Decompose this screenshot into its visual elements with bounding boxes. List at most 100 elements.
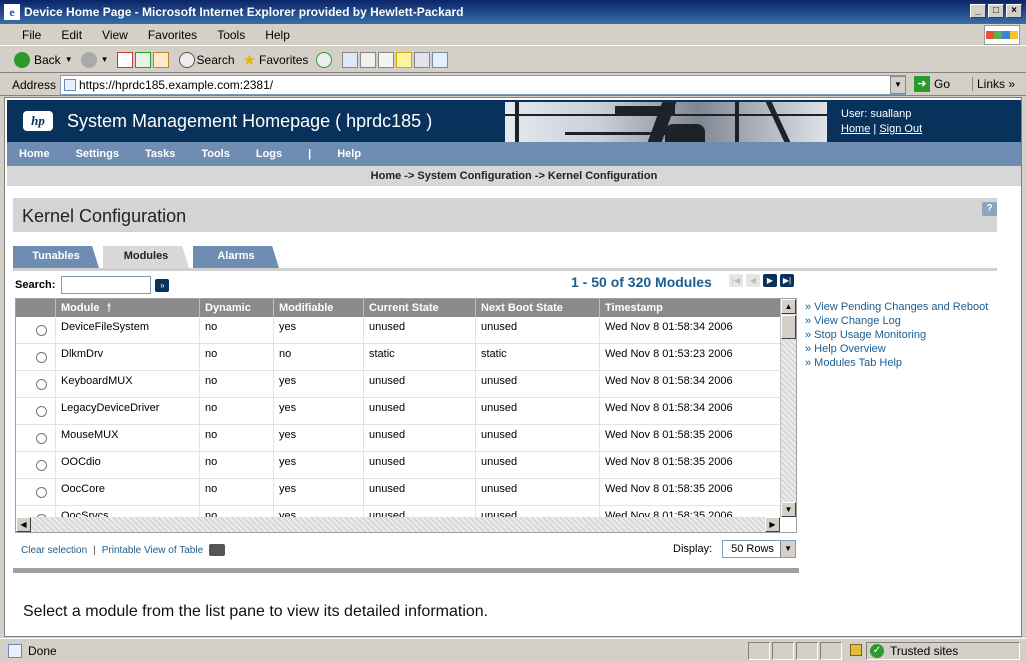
table-row[interactable]: MouseMUX no yes unused unused Wed Nov 8 … bbox=[16, 425, 780, 452]
table-horizontal-scrollbar[interactable]: ◀ ▶ bbox=[16, 517, 780, 532]
menu-favorites[interactable]: Favorites bbox=[148, 28, 197, 42]
table-row[interactable]: KeyboardMUX no yes unused unused Wed Nov… bbox=[16, 371, 780, 398]
cell-current-state: static bbox=[364, 344, 476, 370]
printable-view-link[interactable]: Printable View of Table bbox=[102, 545, 203, 556]
refresh-icon[interactable] bbox=[134, 51, 151, 68]
row-radio[interactable] bbox=[36, 325, 47, 336]
cell-dynamic: no bbox=[200, 371, 274, 397]
row-radio[interactable] bbox=[36, 460, 47, 471]
close-button[interactable]: × bbox=[1006, 4, 1022, 18]
table-vertical-scrollbar[interactable]: ▲ ▼ bbox=[780, 299, 796, 517]
menu-tools[interactable]: Tools bbox=[217, 28, 245, 42]
row-radio[interactable] bbox=[36, 352, 47, 363]
header-next-boot-state[interactable]: Next Boot State bbox=[476, 299, 600, 317]
help-overview-link[interactable]: » Help Overview bbox=[805, 342, 988, 356]
search-button[interactable]: Search bbox=[178, 51, 235, 68]
windows-logo-icon bbox=[984, 25, 1020, 45]
search-go-icon[interactable]: » bbox=[155, 278, 170, 292]
header-module[interactable]: Module 🠕 bbox=[56, 299, 200, 317]
table-row[interactable]: DlkmDrv no no static static Wed Nov 8 01… bbox=[16, 344, 780, 371]
nav-tools[interactable]: Tools bbox=[201, 148, 230, 160]
table-row[interactable]: OocCore no yes unused unused Wed Nov 8 0… bbox=[16, 479, 780, 506]
row-radio[interactable] bbox=[36, 433, 47, 444]
messenger-icon[interactable] bbox=[432, 51, 449, 68]
header-current-state[interactable]: Current State bbox=[364, 299, 476, 317]
row-radio[interactable] bbox=[36, 406, 47, 417]
last-page-icon[interactable]: ▶| bbox=[780, 274, 794, 287]
modules-tab-help-link[interactable]: » Modules Tab Help bbox=[805, 356, 988, 370]
cell-next-boot-state: unused bbox=[476, 425, 600, 451]
menu-help[interactable]: Help bbox=[265, 28, 290, 42]
view-pending-changes-link[interactable]: » View Pending Changes and Reboot bbox=[805, 300, 988, 314]
table-row[interactable]: LegacyDeviceDriver no yes unused unused … bbox=[16, 398, 780, 425]
search-input[interactable] bbox=[61, 276, 152, 294]
row-radio[interactable] bbox=[36, 487, 47, 498]
view-change-log-link[interactable]: » View Change Log bbox=[805, 314, 988, 328]
help-icon[interactable]: ? bbox=[982, 202, 997, 216]
header-modifiable[interactable]: Modifiable bbox=[274, 299, 364, 317]
nav-help[interactable]: Help bbox=[337, 148, 361, 160]
header-timestamp[interactable]: Timestamp bbox=[600, 299, 780, 317]
window-titlebar: e Device Home Page - Microsoft Internet … bbox=[0, 0, 1026, 24]
print-icon[interactable] bbox=[360, 51, 377, 68]
cell-next-boot-state: unused bbox=[476, 371, 600, 397]
row-select bbox=[16, 371, 56, 397]
nav-home[interactable]: Home bbox=[19, 148, 50, 160]
scroll-right-icon[interactable]: ▶ bbox=[765, 517, 780, 532]
row-select bbox=[16, 317, 56, 343]
maximize-button[interactable]: □ bbox=[988, 4, 1004, 18]
nav-separator: | bbox=[308, 148, 312, 160]
select-dropdown-icon[interactable]: ▼ bbox=[780, 541, 796, 557]
cell-timestamp: Wed Nov 8 01:58:34 2006 bbox=[605, 375, 733, 387]
address-dropdown-icon[interactable]: ▼ bbox=[890, 76, 906, 94]
mail-icon[interactable] bbox=[342, 51, 359, 68]
forward-dropdown-icon[interactable]: ▼ bbox=[101, 55, 109, 64]
back-button[interactable]: Back ▼ bbox=[14, 51, 73, 68]
next-page-icon[interactable]: ▶ bbox=[763, 274, 777, 287]
scroll-down-icon[interactable]: ▼ bbox=[781, 502, 796, 517]
clear-selection-link[interactable]: Clear selection bbox=[21, 545, 87, 556]
row-radio[interactable] bbox=[36, 379, 47, 390]
nav-logs[interactable]: Logs bbox=[256, 148, 282, 160]
table-row[interactable]: DeviceFileSystem no yes unused unused We… bbox=[16, 317, 780, 344]
forward-button[interactable]: ▼ bbox=[80, 51, 109, 68]
home-icon[interactable] bbox=[152, 51, 169, 68]
hp-logo[interactable]: hp bbox=[23, 111, 53, 131]
stop-usage-monitoring-link[interactable]: » Stop Usage Monitoring bbox=[805, 328, 988, 342]
edit-icon[interactable] bbox=[378, 51, 395, 68]
favorites-button[interactable]: ★ Favorites bbox=[243, 51, 309, 69]
table-row[interactable]: OOCdio no yes unused unused Wed Nov 8 01… bbox=[16, 452, 780, 479]
discuss-icon[interactable] bbox=[396, 51, 413, 68]
media-icon[interactable] bbox=[316, 51, 333, 68]
scroll-thumb[interactable] bbox=[781, 315, 796, 339]
minimize-button[interactable]: _ bbox=[970, 4, 986, 18]
lock-icon[interactable] bbox=[850, 644, 862, 656]
stop-icon[interactable] bbox=[116, 51, 133, 68]
signout-link[interactable]: Sign Out bbox=[879, 123, 922, 135]
menu-edit[interactable]: Edit bbox=[61, 28, 82, 42]
printer-icon[interactable] bbox=[209, 544, 226, 556]
cell-current-state: unused bbox=[364, 371, 476, 397]
links-button[interactable]: Links » bbox=[972, 77, 1015, 91]
cell-current-state: unused bbox=[364, 479, 476, 505]
tab-tunables[interactable]: Tunables bbox=[13, 246, 99, 268]
nav-tasks[interactable]: Tasks bbox=[145, 148, 175, 160]
back-dropdown-icon[interactable]: ▼ bbox=[65, 55, 73, 64]
go-button[interactable]: ➜ Go bbox=[914, 76, 950, 92]
menu-file[interactable]: File bbox=[22, 28, 41, 42]
header-dynamic[interactable]: Dynamic bbox=[200, 299, 274, 317]
address-input[interactable]: https://hprdc185.example.com:2381/ bbox=[60, 75, 906, 95]
home-link[interactable]: Home bbox=[841, 123, 870, 135]
research-icon[interactable] bbox=[414, 51, 431, 68]
tab-modules[interactable]: Modules bbox=[103, 246, 189, 268]
scroll-up-icon[interactable]: ▲ bbox=[781, 299, 796, 314]
nav-settings[interactable]: Settings bbox=[76, 148, 119, 160]
scroll-left-icon[interactable]: ◀ bbox=[16, 517, 31, 532]
rows-per-page-select[interactable]: 50 Rows ▼ bbox=[722, 540, 797, 558]
forward-arrow-icon bbox=[80, 51, 97, 68]
prev-page-icon: ◀ bbox=[746, 274, 760, 287]
security-zone[interactable]: ✓ Trusted sites bbox=[870, 642, 958, 660]
tab-alarms[interactable]: Alarms bbox=[193, 246, 279, 268]
search-label: Search bbox=[196, 52, 235, 67]
menu-view[interactable]: View bbox=[102, 28, 128, 42]
